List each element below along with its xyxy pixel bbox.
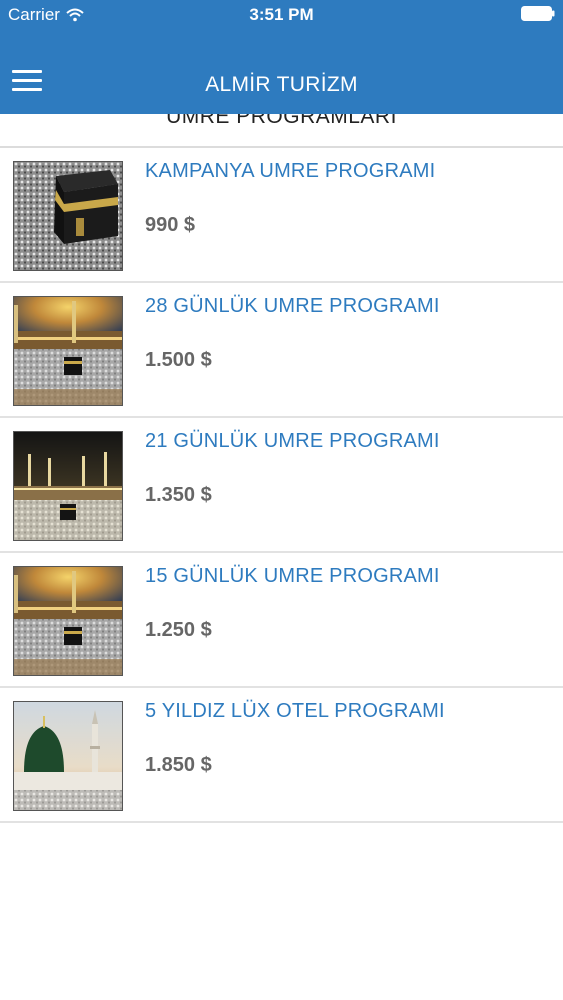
program-name: KAMPANYA UMRE PROGRAMI	[145, 160, 436, 182]
battery-icon	[521, 6, 555, 21]
program-list: KAMPANYA UMRE PROGRAMI 990 $ 28 GÜNLÜK U…	[0, 148, 563, 823]
program-name: 5 YILDIZ LÜX OTEL PROGRAMI	[145, 700, 445, 722]
section-header: UMRE PROGRAMLARI	[0, 114, 563, 148]
masjid-al-haram-night-image	[13, 431, 123, 541]
program-name: 15 GÜNLÜK UMRE PROGRAMI	[145, 565, 440, 587]
section-title: UMRE PROGRAMLARI	[166, 114, 397, 128]
program-price: 990 $	[145, 214, 196, 236]
program-price: 1.850 $	[145, 754, 212, 776]
program-price: 1.500 $	[145, 349, 212, 371]
app-title: ALMİR TURİZM	[205, 73, 358, 96]
masjid-al-haram-image	[13, 296, 123, 406]
status-time: 3:51 PM	[249, 5, 314, 24]
kaaba-image	[13, 161, 123, 271]
program-row-15-gunluk[interactable]: 15 GÜNLÜK UMRE PROGRAMI 1.250 $	[0, 553, 563, 688]
program-price: 1.350 $	[145, 484, 212, 506]
program-name: 21 GÜNLÜK UMRE PROGRAMI	[145, 430, 440, 452]
program-row-28-gunluk[interactable]: 28 GÜNLÜK UMRE PROGRAMI 1.500 $	[0, 283, 563, 418]
program-row-kampanya[interactable]: KAMPANYA UMRE PROGRAMI 990 $	[0, 148, 563, 283]
program-row-5-yildiz[interactable]: 5 YILDIZ LÜX OTEL PROGRAMI 1.850 $	[0, 688, 563, 823]
masjid-al-haram-image	[13, 566, 123, 676]
status-bar: Carrier 3:51 PM	[0, 0, 563, 30]
navigation-bar: ALMİR TURİZM	[0, 30, 563, 114]
program-price: 1.250 $	[145, 619, 212, 641]
green-dome-mosque-image	[13, 701, 123, 811]
program-name: 28 GÜNLÜK UMRE PROGRAMI	[145, 295, 440, 317]
program-row-21-gunluk[interactable]: 21 GÜNLÜK UMRE PROGRAMI 1.350 $	[0, 418, 563, 553]
